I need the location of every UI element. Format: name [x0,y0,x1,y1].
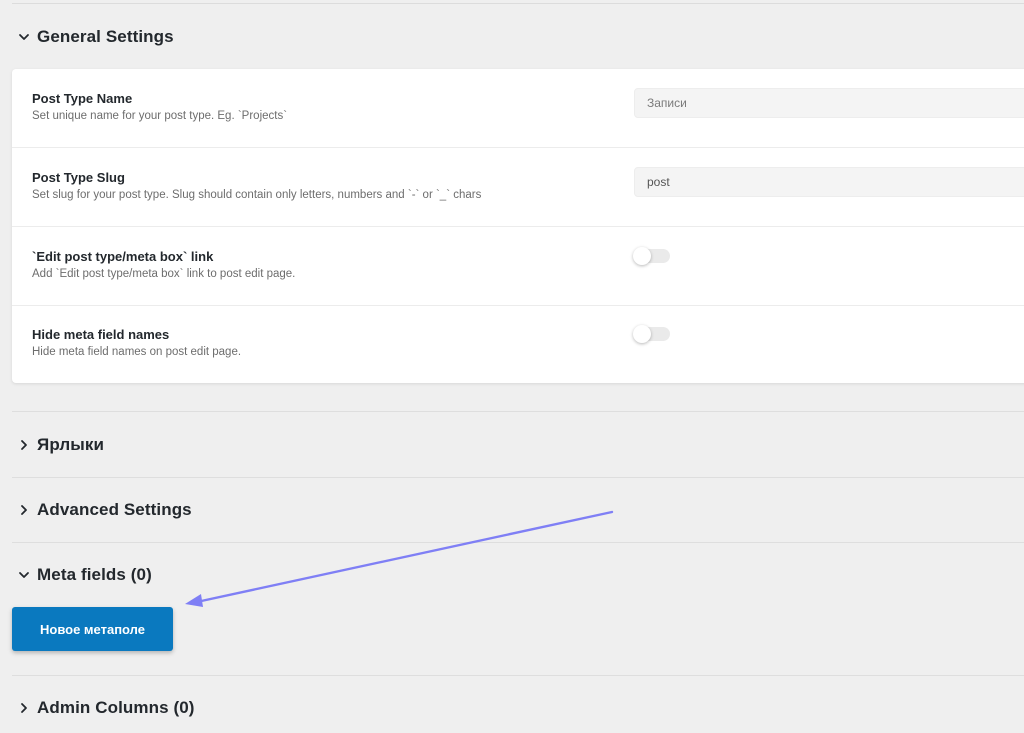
section-meta-fields-toggle[interactable]: Meta fields (0) [12,559,1024,591]
edit-link-toggle[interactable] [633,247,670,265]
section-divider [12,411,1024,412]
section-divider [12,542,1024,543]
setting-description: Set unique name for your post type. Eg. … [32,110,288,122]
section-labels-toggle[interactable]: Ярлыки [12,429,1024,461]
section-admin-columns-toggle[interactable]: Admin Columns (0) [12,692,1024,724]
toggle-knob [633,325,651,343]
setting-row-hide-meta-names: Hide meta field names Hide meta field na… [12,306,1024,383]
new-meta-field-button[interactable]: Новое метаполе [12,607,173,651]
section-title: Admin Columns (0) [37,698,195,717]
setting-label: `Edit post type/meta box` link [32,249,214,264]
post-type-name-input[interactable] [634,88,1024,118]
section-title: Advanced Settings [37,500,192,519]
hide-meta-names-toggle[interactable] [633,325,670,343]
setting-label: Hide meta field names [32,327,170,342]
chevron-down-icon [12,563,36,587]
section-general-settings-toggle[interactable]: General Settings [12,21,1024,53]
setting-description: Set slug for your post type. Slug should… [32,189,482,201]
setting-label: Post Type Slug [32,170,125,185]
toggle-knob [633,247,651,265]
section-divider [12,675,1024,676]
chevron-right-icon [12,433,36,457]
setting-description: Add `Edit post type/meta box` link to po… [32,268,296,280]
chevron-right-icon [12,696,36,720]
section-advanced-settings-toggle[interactable]: Advanced Settings [12,494,1024,526]
top-divider [12,3,1024,4]
setting-row-edit-link: `Edit post type/meta box` link Add `Edit… [12,227,1024,306]
section-title: Ярлыки [37,435,105,454]
chevron-down-icon [12,25,36,49]
setting-description: Hide meta field names on post edit page. [32,346,242,358]
chevron-right-icon [12,498,36,522]
general-settings-card: Post Type Name Set unique name for your … [12,69,1024,383]
section-title: General Settings [37,27,174,46]
section-title: Meta fields (0) [37,565,152,584]
setting-row-post-type-slug: Post Type Slug Set slug for your post ty… [12,148,1024,227]
setting-row-post-type-name: Post Type Name Set unique name for your … [12,69,1024,148]
section-divider [12,477,1024,478]
post-type-slug-input[interactable] [634,167,1024,197]
setting-label: Post Type Name [32,91,133,106]
